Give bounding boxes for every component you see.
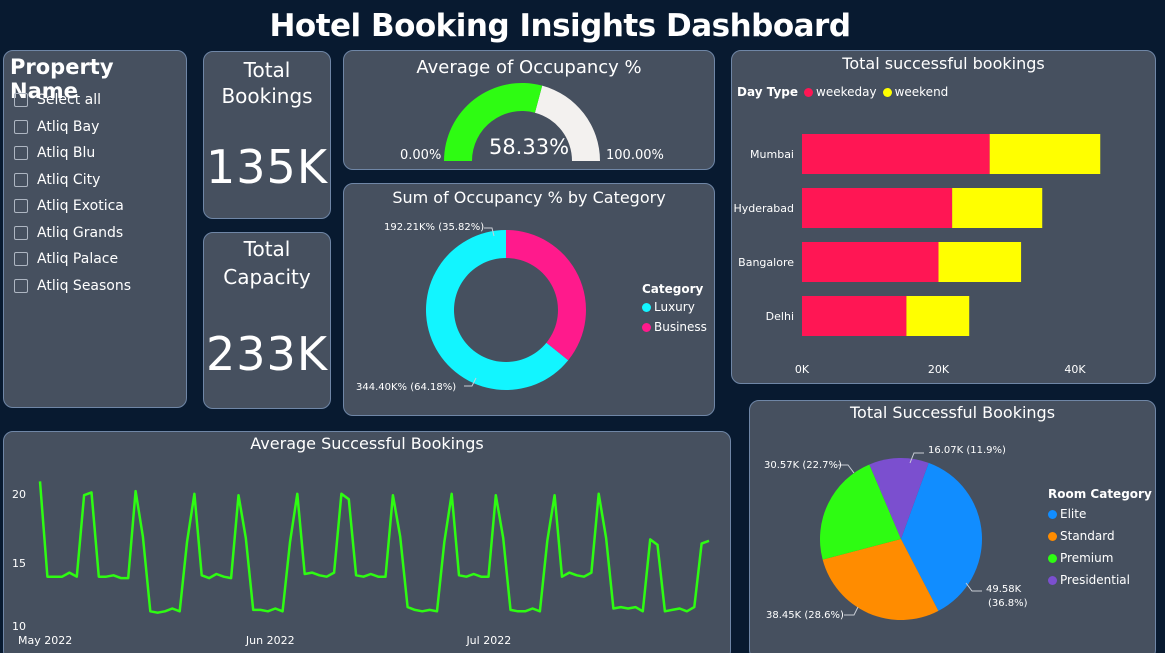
- slicer-item-atliq-seasons[interactable]: Atliq Seasons: [14, 273, 131, 300]
- kpi-total-capacity: Total Capacity 233K: [203, 232, 331, 409]
- slicer-list: Select all Atliq Bay Atliq Blu Atliq Cit…: [14, 87, 131, 299]
- checkbox-icon[interactable]: [14, 119, 28, 134]
- slicer-item-select-all[interactable]: Select all: [14, 87, 131, 114]
- legend-item-premium[interactable]: Premium: [1048, 551, 1152, 565]
- legend-dot: [642, 322, 651, 332]
- line-series: [38, 481, 710, 614]
- slicer-item-atliq-blu[interactable]: Atliq Blu: [14, 140, 131, 167]
- room-category-pie-card: Total Successful Bookings 16.07K (11.9%)…: [749, 400, 1156, 653]
- kpi-total-bookings: Total Bookings 135K: [203, 51, 331, 219]
- kpi-label-line2: Bookings: [221, 84, 313, 108]
- legend-item-luxury[interactable]: Luxury: [642, 300, 707, 314]
- donut-label-business: 192.21K% (35.82%): [384, 222, 485, 233]
- hbar-category-label: Delhi: [766, 310, 794, 323]
- slicer-item-atliq-palace[interactable]: Atliq Palace: [14, 246, 131, 273]
- line-y-tick-label: 20: [12, 488, 26, 501]
- hbar-segment-delhi-weekday: [802, 296, 907, 336]
- hbar-category-label: Mumbai: [750, 148, 794, 161]
- hbar-category-label: Hyderabad: [734, 202, 795, 215]
- hbar-segment-bangalore-weekday: [802, 242, 939, 282]
- donut-legend: Category Luxury Business: [642, 282, 707, 334]
- avg-bookings-line-chart: 10 15 20 May 2022 Jun 2022 Jul 2022: [12, 481, 710, 647]
- hbar-segment-mumbai-weekday: [802, 134, 990, 174]
- kpi-label-line1: Total: [243, 237, 291, 261]
- gauge-min-label: 0.00%: [400, 148, 442, 163]
- bookings-by-city-card: Total successful bookings Day Type weeke…: [731, 50, 1156, 384]
- legend-dot: [1048, 553, 1057, 563]
- pie-legend: Room Category Elite Standard Premium Pre…: [1048, 487, 1152, 587]
- leader-line: [844, 606, 859, 616]
- hbar-tick-label: 20K: [928, 363, 950, 376]
- legend-dot: [1048, 575, 1057, 585]
- hbar-category-label: Bangalore: [738, 256, 794, 269]
- checkbox-icon[interactable]: [14, 146, 28, 161]
- property-slicer: Property Name Select all Atliq Bay Atliq…: [3, 50, 187, 408]
- checkbox-icon[interactable]: [14, 252, 28, 267]
- slicer-item-atliq-grands[interactable]: Atliq Grands: [14, 220, 131, 247]
- legend-item-business[interactable]: Business: [642, 320, 707, 334]
- checkbox-icon[interactable]: [14, 93, 28, 108]
- hbar-segment-hyderabad-weekday: [802, 188, 953, 228]
- slicer-item-atliq-bay[interactable]: Atliq Bay: [14, 114, 131, 141]
- legend-dot: [1048, 509, 1057, 519]
- checkbox-icon[interactable]: [14, 225, 28, 240]
- legend-title: Room Category: [1048, 487, 1152, 501]
- legend-dot: [642, 302, 651, 312]
- kpi-value: 233K: [206, 327, 328, 381]
- leader-line: [965, 582, 982, 592]
- legend-item-standard[interactable]: Standard: [1048, 529, 1152, 543]
- donut-slice-business: [506, 230, 586, 361]
- gauge-card: Average of Occupancy % 58.33% 0.00% 100.…: [343, 50, 715, 170]
- kpi-label-line2: Capacity: [223, 265, 311, 289]
- checkbox-icon[interactable]: [14, 199, 28, 214]
- pie-label-elite-line1: 49.58K: [986, 584, 1022, 595]
- hbar-tick-label: 40K: [1064, 363, 1086, 376]
- legend-item-presidential[interactable]: Presidential: [1048, 573, 1152, 587]
- pie-label-premium: 30.57K (22.7%): [764, 460, 842, 471]
- pie-label-standard: 38.45K (28.6%): [766, 610, 844, 621]
- gauge-max-label: 100.00%: [606, 148, 664, 163]
- hbar-segment-mumbai-weekend: [989, 134, 1101, 174]
- line-y-tick-label: 10: [12, 620, 26, 633]
- hbar-tick-label: 0K: [795, 363, 810, 376]
- checkbox-icon[interactable]: [14, 278, 28, 293]
- donut-label-luxury: 344.40K% (64.18%): [356, 382, 457, 393]
- kpi-label-line1: Total: [243, 58, 291, 82]
- avg-bookings-line-card: Average Successful Bookings 10 15 20 May 20…: [3, 431, 731, 653]
- line-x-tick-label: Jul 2022: [465, 634, 511, 647]
- legend-title: Category: [642, 282, 704, 296]
- legend-dot: [1048, 531, 1057, 541]
- dashboard-title: Hotel Booking Insights Dashboard: [269, 8, 851, 44]
- pie-label-elite-line2: (36.8%): [988, 598, 1028, 609]
- legend-item-elite[interactable]: Elite: [1048, 507, 1152, 521]
- checkbox-icon[interactable]: [14, 172, 28, 187]
- hbar-chart: Mumbai Hyderabad Bangalore Delhi 0K 20K 40K: [734, 134, 1101, 376]
- line-y-tick-label: 15: [12, 557, 26, 570]
- hbar-segment-hyderabad-weekend: [952, 188, 1043, 228]
- pie-label-presidential: 16.07K (11.9%): [928, 445, 1006, 456]
- hbar-segment-delhi-weekend: [906, 296, 970, 336]
- line-x-tick-label: May 2022: [18, 634, 72, 647]
- slicer-item-atliq-exotica[interactable]: Atliq Exotica: [14, 193, 131, 220]
- hbar-segment-bangalore-weekend: [938, 242, 1022, 282]
- line-x-tick-label: Jun 2022: [245, 634, 295, 647]
- slicer-item-atliq-city[interactable]: Atliq City: [14, 167, 131, 194]
- kpi-value: 135K: [206, 140, 328, 194]
- category-donut-card: Sum of Occupancy % by Category 192.21K% …: [343, 183, 715, 416]
